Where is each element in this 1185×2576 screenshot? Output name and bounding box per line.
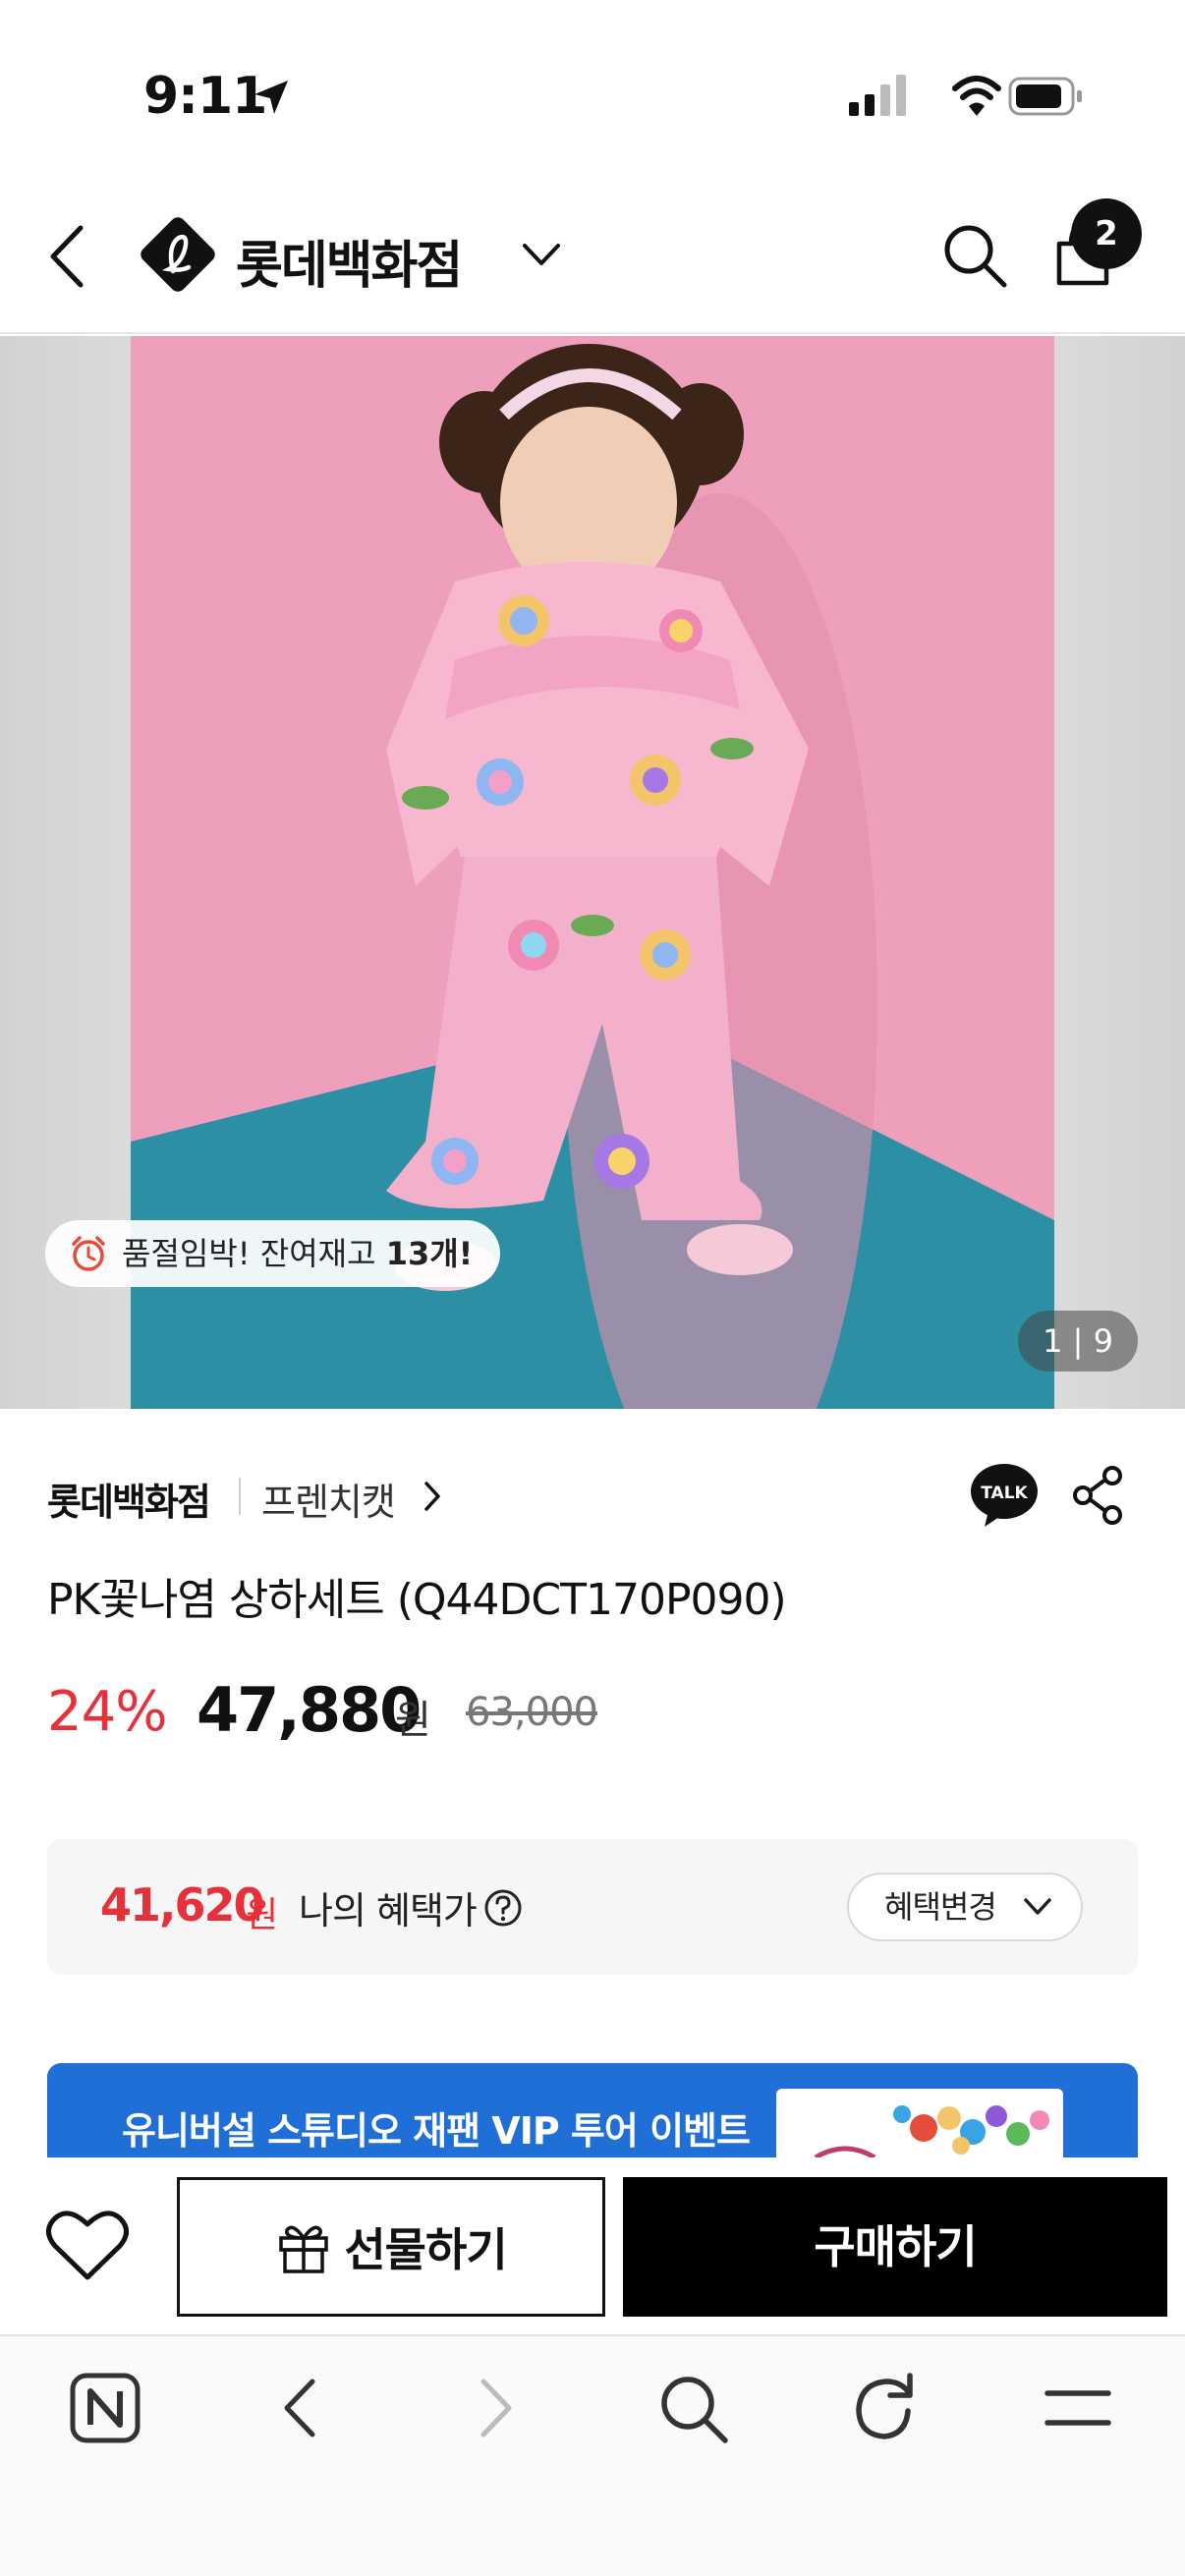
store-name: 롯데백화점 (47, 1481, 211, 1524)
discount-rate: 24% (47, 1680, 167, 1744)
gift-button[interactable]: 선물하기 (177, 2177, 605, 2317)
help-icon[interactable] (483, 1888, 523, 1928)
location-arrow-icon (254, 81, 288, 114)
status-icons (849, 75, 1082, 116)
browser-toolbar (0, 2334, 1185, 2576)
naver-home-icon[interactable] (69, 2372, 141, 2444)
event-banner-text[interactable]: 유니버설 스튜디오 재팬 VIP 투어 이벤트 (122, 2100, 751, 2155)
low-stock-badge: 품절임박! 잔여재고 13개! (45, 1220, 501, 1287)
chevron-down-icon (1024, 1898, 1051, 1915)
benefit-change-button[interactable]: 혜택변경 (847, 1873, 1083, 1941)
price-unit: 원 (395, 1698, 431, 1743)
divider (239, 1478, 241, 1515)
event-thumbnail-graphic (776, 2089, 1063, 2161)
benefit-change-label: 혜택변경 (884, 1888, 997, 1926)
browser-forward-icon (480, 2379, 512, 2437)
gift-button-label: 선물하기 (344, 2223, 507, 2276)
heart-icon[interactable] (45, 2207, 130, 2283)
image-counter: 1 | 9 (1018, 1311, 1138, 1372)
svg-text:TALK: TALK (981, 1484, 1028, 1503)
battery-icon (1008, 77, 1082, 116)
wifi-icon (952, 76, 1001, 116)
browser-search-icon[interactable] (656, 2372, 729, 2444)
product-title: PK꽃나염 상하세트 (Q44DCT170P090) (47, 1575, 787, 1625)
benefit-price-unit: 원 (246, 1895, 279, 1935)
event-banner-thumbnail (776, 2089, 1063, 2161)
stock-count: 13개! (385, 1235, 474, 1272)
chevron-down-icon[interactable] (521, 240, 562, 269)
menu-icon[interactable] (1044, 2380, 1112, 2436)
cart-count-badge: 2 (1071, 198, 1142, 269)
chevron-right-icon[interactable] (421, 1480, 444, 1513)
share-icon[interactable] (1071, 1464, 1126, 1527)
alarm-clock-icon (72, 1236, 105, 1271)
gift-icon (279, 2225, 329, 2273)
lotte-logo-icon[interactable] (140, 216, 216, 293)
cellular-signal-icon (849, 75, 906, 116)
stock-text: 품절임박! 잔여재고 (122, 1235, 386, 1272)
refresh-icon[interactable] (851, 2372, 922, 2444)
browser-back-icon[interactable] (279, 2376, 320, 2440)
benefit-price: 41,620 (100, 1878, 265, 1932)
kakao-talk-icon[interactable]: TALK (969, 1462, 1040, 1529)
back-icon[interactable] (45, 222, 88, 291)
benefit-label: 나의 혜택가 (299, 1889, 478, 1932)
search-icon[interactable] (941, 222, 1008, 289)
original-price: 63,000 (466, 1690, 598, 1735)
brand-title[interactable]: 롯데백화점 (236, 224, 463, 298)
sale-price: 47,880 (197, 1674, 422, 1746)
status-time: 9:11 (143, 67, 267, 126)
buy-button[interactable]: 구매하기 (623, 2177, 1167, 2317)
brand-link[interactable]: 프렌치캣 (261, 1472, 396, 1526)
